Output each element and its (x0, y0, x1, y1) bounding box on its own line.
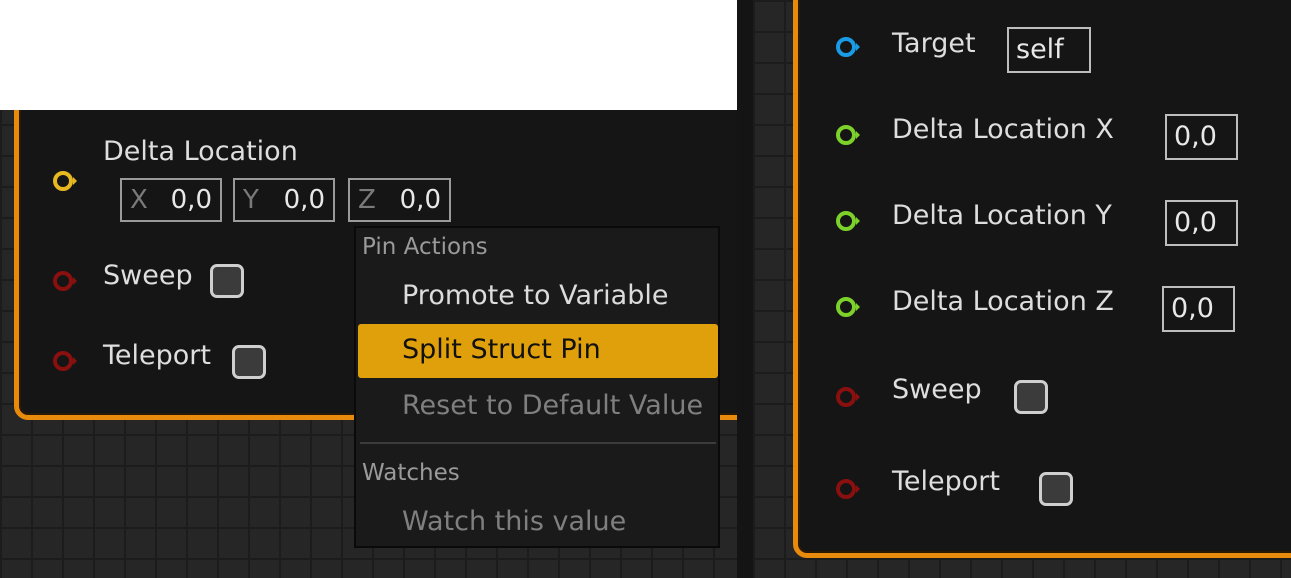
delta-location-z-field[interactable]: Z 0,0 (348, 178, 451, 222)
target-label: Target (892, 28, 976, 59)
y-axis-label: Y (243, 185, 259, 215)
delta-location-label: Delta Location (103, 136, 298, 167)
split-struct-pin-item[interactable]: Split Struct Pin (358, 324, 718, 378)
sweep-checkbox[interactable] (210, 264, 244, 298)
delta-location-z-label: Delta Location Z (892, 286, 1114, 317)
float-pin-icon[interactable] (835, 208, 861, 234)
promote-to-variable-item[interactable]: Promote to Variable (402, 280, 668, 311)
bool-pin-icon[interactable] (52, 268, 78, 294)
left-graph-panel: Delta Location X 0,0 Y 0,0 Z 0,0 Sweep T… (0, 0, 737, 578)
right-graph-panel: Target self Delta Location X 0,0 Delta L… (753, 0, 1291, 578)
delta-location-y-field[interactable]: 0,0 (1165, 200, 1238, 246)
watches-header: Watches (362, 460, 460, 486)
bool-pin-icon[interactable] (52, 348, 78, 374)
delta-location-x-label: Delta Location X (892, 114, 1114, 145)
delta-location-x-field[interactable]: X 0,0 (120, 178, 222, 222)
float-pin-icon[interactable] (835, 122, 861, 148)
x-axis-label: X (130, 185, 148, 215)
x-value: 0,0 (170, 185, 212, 215)
delta-location-y-label: Delta Location Y (892, 200, 1112, 231)
split-struct-pin-label: Split Struct Pin (402, 334, 601, 365)
teleport-checkbox[interactable] (232, 345, 266, 379)
sweep-label: Sweep (103, 260, 193, 291)
teleport-checkbox[interactable] (1039, 472, 1073, 506)
float-pin-icon[interactable] (835, 294, 861, 320)
struct-pin-icon[interactable] (52, 168, 78, 194)
menu-separator (360, 442, 716, 444)
teleport-label: Teleport (103, 340, 211, 371)
watch-this-value-item[interactable]: Watch this value (402, 506, 626, 537)
pin-actions-header: Pin Actions (362, 234, 488, 260)
bool-pin-icon[interactable] (835, 476, 861, 502)
target-value-field[interactable]: self (1007, 27, 1091, 73)
blank-area (0, 0, 737, 110)
pin-context-menu: Pin Actions Promote to Variable Split St… (354, 226, 720, 548)
reset-to-default-value-item[interactable]: Reset to Default Value (402, 390, 703, 421)
delta-location-y-field[interactable]: Y 0,0 (233, 178, 335, 222)
y-value: 0,0 (283, 185, 325, 215)
sweep-checkbox[interactable] (1014, 380, 1048, 414)
z-axis-label: Z (358, 185, 376, 215)
object-pin-icon[interactable] (835, 34, 861, 60)
delta-location-z-field[interactable]: 0,0 (1162, 286, 1235, 332)
teleport-label: Teleport (892, 466, 1000, 497)
bool-pin-icon[interactable] (835, 384, 861, 410)
delta-location-x-field[interactable]: 0,0 (1165, 114, 1238, 160)
z-value: 0,0 (399, 185, 441, 215)
panel-divider (737, 0, 753, 578)
sweep-label: Sweep (892, 374, 982, 405)
